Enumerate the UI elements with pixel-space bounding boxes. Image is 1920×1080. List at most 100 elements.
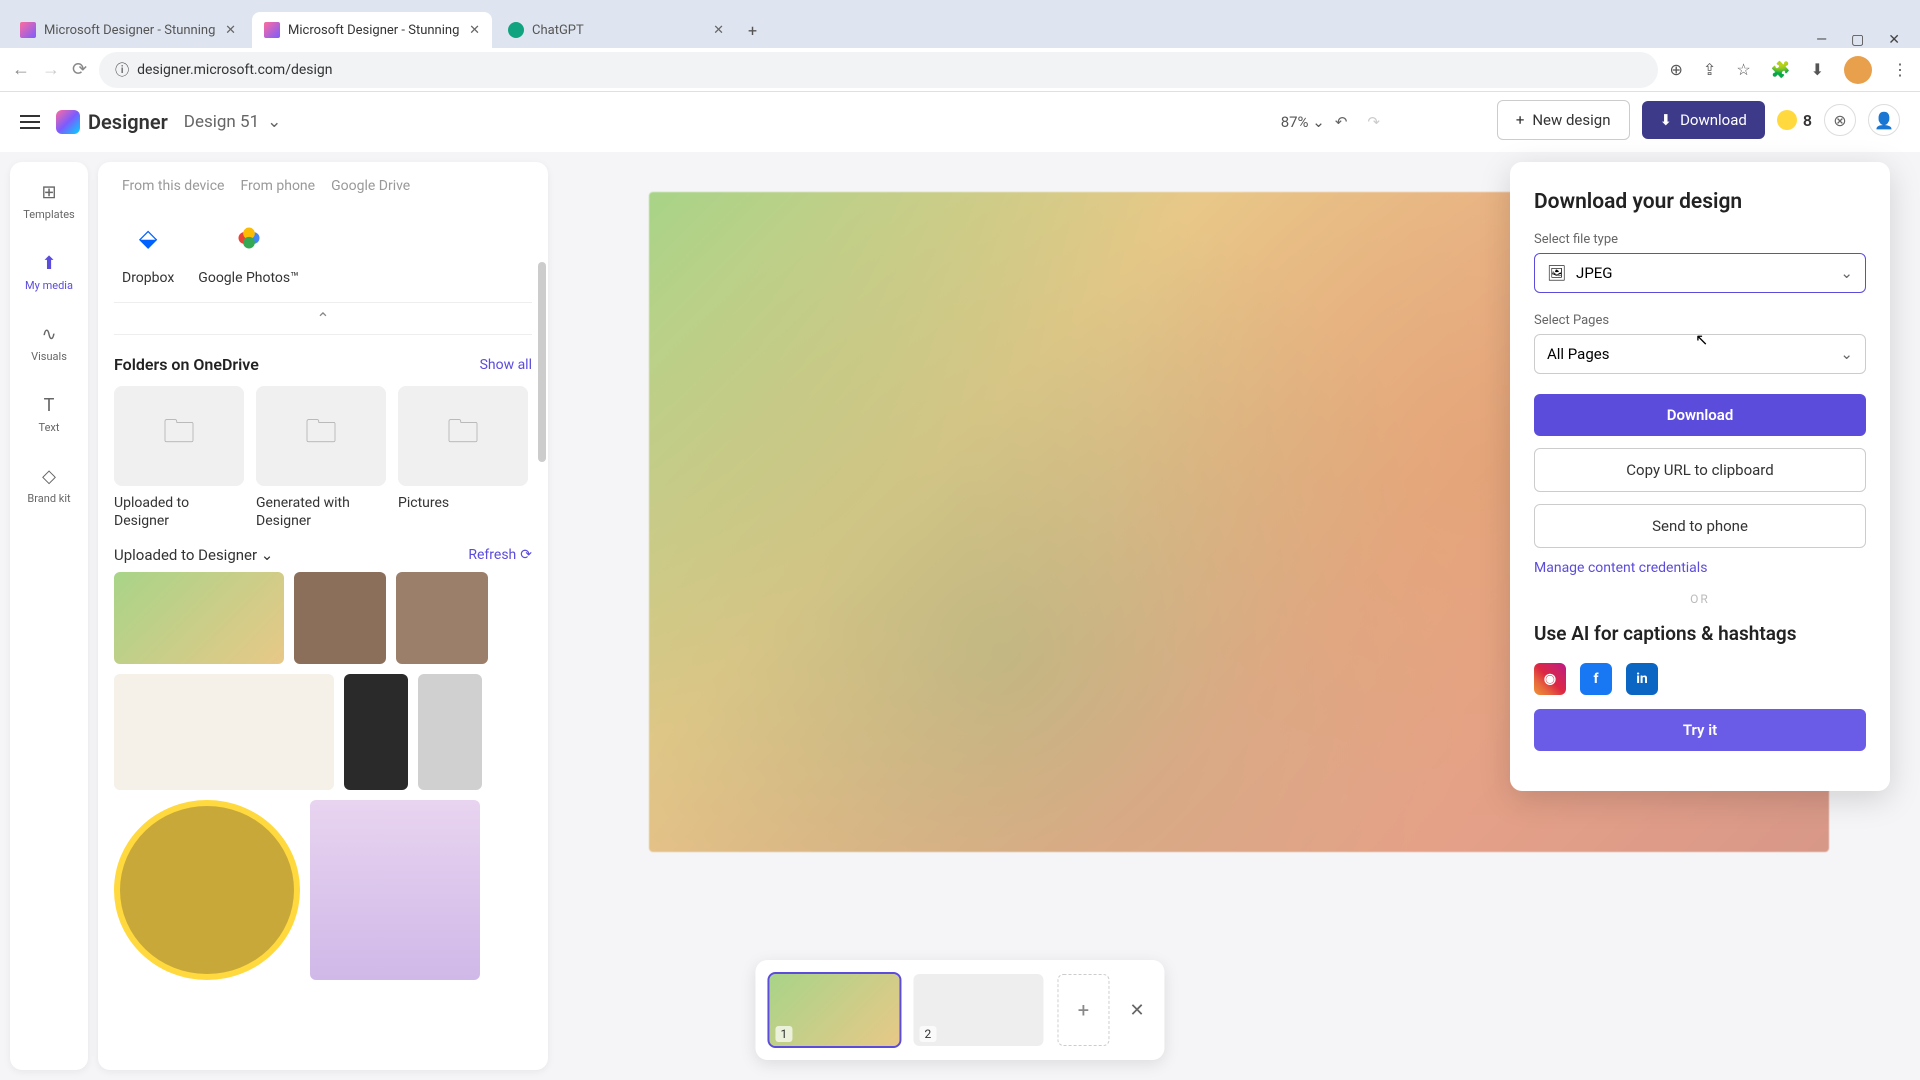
- scrollbar[interactable]: [538, 262, 546, 462]
- site-info-icon[interactable]: ⓘ: [115, 60, 129, 80]
- browser-url-bar: ← → ⟳ ⓘ designer.microsoft.com/design ⊕ …: [0, 48, 1920, 92]
- account-icon[interactable]: 👤: [1868, 104, 1900, 136]
- media-thumbnail[interactable]: [114, 674, 334, 790]
- chevron-down-icon: ⌄: [1840, 345, 1853, 363]
- file-type-select[interactable]: 🖼 JPEG ↖ ⌄: [1534, 253, 1866, 293]
- install-icon[interactable]: ⊕: [1670, 60, 1683, 79]
- text-tool[interactable]: T Text: [19, 387, 79, 440]
- my-media-tool[interactable]: ⬆ My media: [19, 245, 79, 298]
- folder-item[interactable]: 🗀 Uploaded to Designer: [114, 386, 244, 530]
- share-icon[interactable]: ⇪: [1703, 60, 1716, 79]
- page-thumbnail[interactable]: 2: [913, 974, 1043, 1046]
- browser-tab[interactable]: ChatGPT ✕: [496, 12, 736, 48]
- close-icon[interactable]: ✕: [225, 23, 236, 38]
- media-thumbnail[interactable]: [310, 800, 480, 980]
- redo-icon[interactable]: ↷: [1367, 113, 1380, 131]
- profile-avatar[interactable]: [1844, 56, 1872, 84]
- hamburger-menu-icon[interactable]: [20, 121, 40, 123]
- source-tab[interactable]: From phone: [240, 178, 315, 194]
- folder-icon: 🗀: [256, 386, 386, 486]
- forward-icon[interactable]: →: [42, 59, 60, 80]
- uploaded-heading[interactable]: Uploaded to Designer ⌄: [114, 546, 273, 564]
- close-icon[interactable]: ✕: [469, 23, 480, 38]
- pages-select[interactable]: All Pages ⌄: [1534, 334, 1866, 374]
- zoom-dropdown[interactable]: 87% ⌄: [1281, 113, 1325, 131]
- credits-badge[interactable]: 8: [1777, 110, 1812, 130]
- show-all-link[interactable]: Show all: [480, 357, 532, 373]
- back-icon[interactable]: ←: [12, 59, 30, 80]
- dropbox-source[interactable]: ⬙ Dropbox: [122, 214, 174, 286]
- undo-icon[interactable]: ↶: [1335, 113, 1348, 131]
- text-icon: T: [37, 393, 61, 417]
- instagram-icon[interactable]: ◉: [1534, 663, 1566, 695]
- bookmark-icon[interactable]: ☆: [1736, 60, 1750, 79]
- collapse-sources-button[interactable]: ⌃: [114, 302, 532, 335]
- source-tab[interactable]: Google Drive: [331, 178, 410, 194]
- page-filmstrip: 1 2 + ✕: [755, 960, 1164, 1060]
- design-name-dropdown[interactable]: Design 51 ⌄: [184, 112, 282, 132]
- download-action-button[interactable]: Download: [1534, 394, 1866, 436]
- close-filmstrip-icon[interactable]: ✕: [1123, 1000, 1150, 1021]
- facebook-icon[interactable]: f: [1580, 663, 1612, 695]
- coin-icon: [1777, 110, 1797, 130]
- close-window-icon[interactable]: ✕: [1888, 32, 1900, 48]
- browser-tab-active[interactable]: Microsoft Designer - Stunning ✕: [252, 12, 492, 48]
- media-thumbnail[interactable]: [418, 674, 482, 790]
- folder-item[interactable]: 🗀 Generated with Designer: [256, 386, 386, 530]
- send-to-phone-button[interactable]: Send to phone: [1534, 504, 1866, 548]
- new-design-label: New design: [1532, 111, 1610, 129]
- linkedin-icon[interactable]: in: [1626, 663, 1658, 695]
- reload-icon[interactable]: ⟳: [72, 59, 87, 80]
- menu-icon[interactable]: ⋮: [1892, 60, 1908, 79]
- media-thumbnail[interactable]: [344, 674, 408, 790]
- downloads-icon[interactable]: ⬇: [1811, 60, 1824, 79]
- download-panel: Download your design Select file type 🖼 …: [1510, 162, 1890, 791]
- refresh-button[interactable]: Refresh ⟳: [468, 547, 532, 563]
- minimize-icon[interactable]: —: [1816, 32, 1827, 48]
- or-divider: OR: [1534, 592, 1866, 606]
- add-page-button[interactable]: +: [1057, 974, 1109, 1046]
- upload-icon: ⬆: [37, 251, 61, 275]
- tool-label: Brand kit: [27, 492, 70, 505]
- download-label: Download: [1680, 111, 1747, 129]
- copy-url-button[interactable]: Copy URL to clipboard: [1534, 448, 1866, 492]
- folder-item[interactable]: 🗀 Pictures: [398, 386, 528, 530]
- maximize-icon[interactable]: ▢: [1851, 32, 1864, 48]
- download-icon: ⬇: [1660, 111, 1673, 129]
- page-thumbnail[interactable]: 1: [769, 974, 899, 1046]
- media-thumbnail[interactable]: [114, 800, 300, 980]
- content-credentials-link[interactable]: Manage content credentials: [1534, 560, 1866, 576]
- zoom-value: 87%: [1281, 113, 1309, 131]
- folder-icon: 🗀: [114, 386, 244, 486]
- address-bar[interactable]: ⓘ designer.microsoft.com/design: [99, 52, 1657, 88]
- favicon-icon: [508, 22, 524, 38]
- image-icon: 🖼: [1547, 264, 1566, 282]
- source-label: Google Photos™: [198, 270, 299, 286]
- download-button[interactable]: ⬇ Download: [1642, 101, 1765, 139]
- chevron-down-icon: ⌄: [267, 112, 281, 132]
- tool-label: Text: [39, 421, 60, 434]
- brand-kit-tool[interactable]: ◇ Brand kit: [19, 458, 79, 511]
- new-design-button[interactable]: + New design: [1497, 100, 1630, 140]
- pages-value: All Pages: [1547, 345, 1609, 363]
- media-thumbnail[interactable]: [396, 572, 488, 664]
- media-thumbnail[interactable]: [114, 572, 284, 664]
- try-it-button[interactable]: Try it: [1534, 709, 1866, 751]
- folders-heading: Folders on OneDrive: [114, 355, 259, 374]
- media-thumbnail[interactable]: [294, 572, 386, 664]
- google-photos-source[interactable]: Google Photos™: [198, 214, 299, 286]
- visuals-tool[interactable]: ∿ Visuals: [19, 316, 79, 369]
- google-photos-icon: [225, 214, 273, 262]
- page-number: 2: [919, 1026, 936, 1042]
- visuals-icon: ∿: [37, 322, 61, 346]
- connections-icon[interactable]: ⊗: [1824, 104, 1856, 136]
- templates-tool[interactable]: ⊞ Templates: [19, 174, 79, 227]
- designer-logo[interactable]: Designer: [56, 110, 168, 134]
- source-tab[interactable]: From this device: [122, 178, 224, 194]
- browser-tab[interactable]: Microsoft Designer - Stunning ✕: [8, 12, 248, 48]
- logo-icon: [56, 110, 80, 134]
- page-number: 1: [775, 1026, 792, 1042]
- close-icon[interactable]: ✕: [713, 23, 724, 38]
- new-tab-button[interactable]: +: [740, 13, 765, 48]
- extensions-icon[interactable]: 🧩: [1771, 60, 1791, 79]
